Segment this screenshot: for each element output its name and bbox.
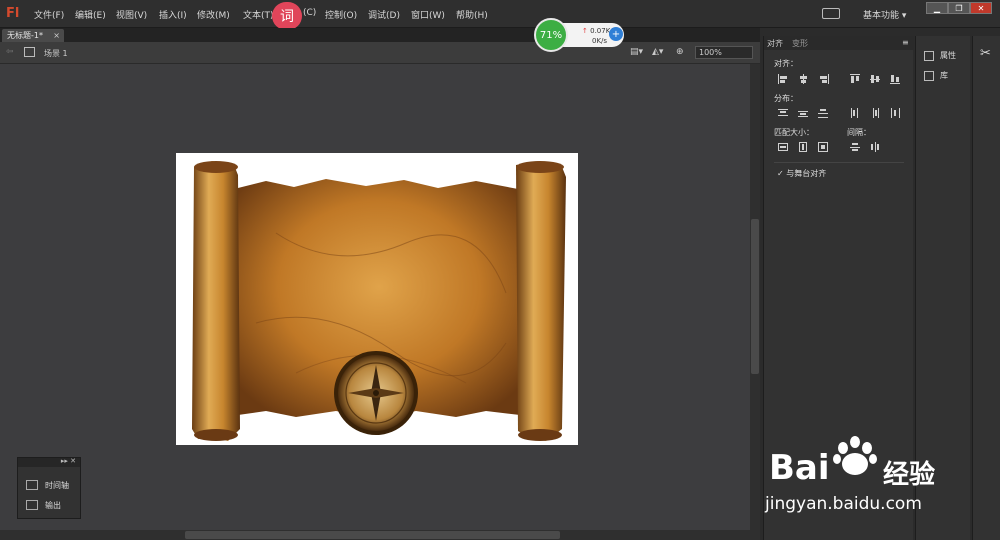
edit-bar: ⇦ 场景 1 ▤▾ ◭▾ ⊕ 100% (0, 42, 760, 64)
tab-align[interactable]: 对齐 (767, 38, 783, 49)
align-panel-tabs: 对齐 变形 ≡ (764, 36, 914, 50)
menu-modify[interactable]: 修改(M) (197, 8, 230, 21)
menu-commands[interactable]: (C) (303, 8, 316, 18)
center-stage-icon[interactable]: ⊕ (676, 47, 689, 58)
zoom-select[interactable]: 100% (695, 46, 753, 59)
timeline-item[interactable]: 时间轴 (26, 478, 69, 492)
tab-transform[interactable]: 变形 (792, 38, 808, 49)
distribute-bottom-icon[interactable] (818, 108, 830, 118)
align-top-icon[interactable] (850, 74, 862, 84)
floating-panel-header[interactable]: ▸▸ ✕ (18, 457, 80, 467)
align-right-icon[interactable] (818, 74, 830, 84)
edit-scene-icon[interactable]: ▤▾ (630, 47, 643, 58)
zoom-value: 100% (699, 48, 722, 57)
menubar: Fl 文件(F) 编辑(E) 视图(V) 插入(I) 修改(M) 文本(T) (… (0, 0, 1000, 30)
properties-icon (924, 50, 934, 61)
panel-divider (774, 162, 904, 163)
distribute-vcenter-icon[interactable] (798, 108, 810, 118)
library-item[interactable]: 库 (924, 70, 948, 81)
space-vertical-icon[interactable] (850, 142, 862, 152)
distribute-section-label: 分布： (774, 94, 798, 103)
distribute-left-icon[interactable] (850, 108, 862, 118)
checkbox-checked-icon: ✓ (777, 169, 784, 178)
vertical-scrollbar[interactable] (750, 64, 760, 530)
output-item[interactable]: 输出 (26, 498, 61, 512)
stage[interactable] (176, 153, 578, 445)
minimize-button[interactable]: ▁ (926, 2, 948, 14)
align-hcenter-icon[interactable] (798, 74, 810, 84)
workspace-switcher[interactable]: 基本功能 ▾ (863, 8, 906, 21)
edit-symbol-icon[interactable]: ◭▾ (652, 47, 665, 58)
document-tabbar: 无标题-1* × (0, 28, 760, 42)
menu-help[interactable]: 帮助(H) (456, 8, 488, 21)
close-button[interactable]: ✕ (970, 2, 992, 14)
spacing-section-label: 间隔： (847, 128, 871, 137)
match-width-icon[interactable] (778, 142, 790, 152)
menu-view[interactable]: 视图(V) (116, 8, 147, 21)
document-tab[interactable]: 无标题-1* × (2, 29, 64, 42)
document-tab-label: 无标题-1* (7, 31, 43, 40)
match-height-icon[interactable] (798, 142, 810, 152)
menu-insert[interactable]: 插入(I) (159, 8, 187, 21)
properties-label: 属性 (940, 51, 956, 60)
panel-menu-icon[interactable]: ≡ (902, 38, 909, 47)
stage-align-label: 与舞台对齐 (786, 169, 827, 178)
distribute-hcenter-icon[interactable] (870, 108, 882, 118)
properties-item[interactable]: 属性 (924, 50, 956, 61)
distribute-top-icon[interactable] (778, 108, 790, 118)
space-horizontal-icon[interactable] (870, 142, 882, 152)
timeline-icon (26, 480, 38, 490)
memory-percent[interactable]: 71% (534, 18, 568, 52)
align-left-icon[interactable] (778, 74, 790, 84)
paw-icon (833, 436, 877, 475)
scissors-icon[interactable]: ✂ (980, 46, 991, 61)
floating-panel: ▸▸ ✕ 时间轴 输出 (17, 457, 81, 519)
app-logo: Fl (6, 6, 20, 21)
menu-text[interactable]: 文本(T) (243, 8, 274, 21)
horizontal-scroll-thumb[interactable] (185, 531, 560, 539)
library-icon (924, 70, 934, 81)
library-label: 库 (940, 71, 948, 80)
back-arrow-icon[interactable]: ⇦ (6, 47, 14, 57)
menu-window[interactable]: 窗口(W) (411, 8, 445, 21)
net-speed-widget[interactable]: ↑ 0.07K/s 0K/s 71% + (534, 18, 626, 52)
output-label: 输出 (45, 500, 61, 510)
align-vcenter-icon[interactable] (870, 74, 882, 84)
scene-icon (24, 47, 35, 57)
watermark-logo-text: Bai (769, 448, 830, 488)
scene-label[interactable]: 场景 1 (44, 48, 68, 59)
accelerate-icon[interactable]: + (609, 27, 623, 41)
panel-collapse-icon[interactable]: ▸▸ ✕ (61, 457, 76, 465)
menu-debug[interactable]: 调试(D) (368, 8, 400, 21)
workspace-label: 基本功能 (863, 11, 900, 21)
vertical-scroll-thumb[interactable] (751, 219, 759, 374)
distribute-right-icon[interactable] (890, 108, 902, 118)
menu-file[interactable]: 文件(F) (34, 8, 64, 21)
stage-area[interactable] (0, 64, 750, 530)
align-bottom-icon[interactable] (890, 74, 902, 84)
watermark-jingyan: 经验 (883, 460, 936, 490)
close-icon[interactable]: × (53, 29, 60, 42)
menu-edit[interactable]: 编辑(E) (75, 8, 106, 21)
baidu-watermark: Bai 经验 jingyan.baidu.com (765, 432, 1000, 522)
timeline-label: 时间轴 (45, 480, 69, 490)
watermark-url: jingyan.baidu.com (765, 494, 922, 514)
horizontal-scrollbar[interactable] (0, 530, 760, 540)
scroll-image[interactable] (176, 153, 578, 445)
gamepad-icon[interactable] (822, 8, 840, 19)
stage-align-checkbox[interactable]: ✓ 与舞台对齐 (777, 168, 826, 179)
match-both-icon[interactable] (818, 142, 830, 152)
output-icon (26, 500, 38, 510)
restore-button[interactable]: ❐ (948, 2, 970, 14)
dictionary-icon[interactable]: 词 (272, 2, 302, 30)
align-section-label: 对齐： (774, 59, 798, 68)
menu-control[interactable]: 控制(O) (325, 8, 357, 21)
download-speed: 0K/s (592, 37, 608, 45)
match-size-section-label: 匹配大小： (774, 128, 814, 137)
